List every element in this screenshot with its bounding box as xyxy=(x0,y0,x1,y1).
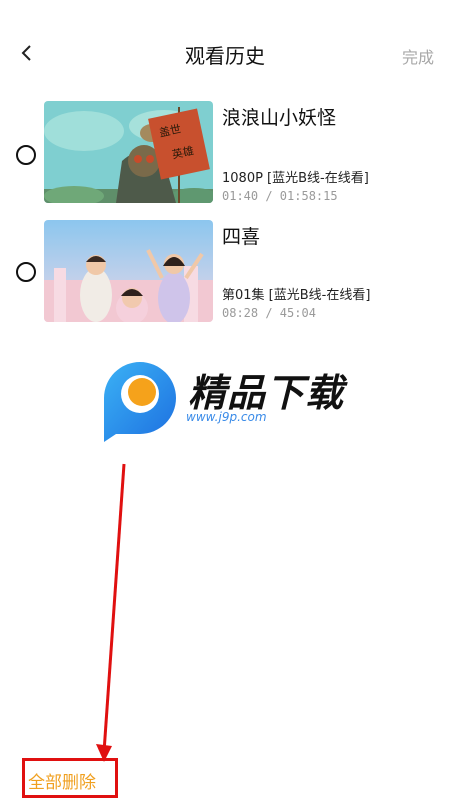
done-button[interactable]: 完成 xyxy=(402,44,434,68)
history-item[interactable]: 四喜 第01集 [蓝光B线-在线看] 08:28 / 45:04 xyxy=(0,220,450,324)
video-title: 浪浪山小妖怪 xyxy=(222,107,337,129)
page-title: 观看历史 xyxy=(185,44,265,68)
watch-progress: 01:40 / 01:58:15 xyxy=(222,189,338,203)
poster-thumbnail[interactable]: 盖世 英雄 xyxy=(44,101,213,203)
watermark-p-icon xyxy=(104,362,176,442)
top-bar: 观看历史 完成 xyxy=(0,0,450,106)
delete-all-label: 全部删除 xyxy=(28,773,96,793)
watch-progress: 08:28 / 45:04 xyxy=(222,306,316,320)
video-title: 四喜 xyxy=(222,226,261,248)
delete-all-button[interactable]: 全部删除 xyxy=(22,758,118,798)
select-radio[interactable] xyxy=(16,262,36,282)
history-item[interactable]: 盖世 英雄 浪浪山小妖怪 1080P [蓝光B线-在线看] 01:40 / 01… xyxy=(0,101,450,205)
video-source: 1080P [蓝光B线-在线看] xyxy=(222,171,369,186)
watermark-url: www.j9p.com xyxy=(186,410,267,424)
watermark-name: 精品下载 xyxy=(188,371,345,415)
poster-image xyxy=(44,220,213,322)
poster-thumbnail[interactable] xyxy=(44,220,213,322)
select-radio[interactable] xyxy=(16,145,36,165)
poster-image: 盖世 英雄 xyxy=(44,101,213,203)
video-source: 第01集 [蓝光B线-在线看] xyxy=(222,288,371,303)
